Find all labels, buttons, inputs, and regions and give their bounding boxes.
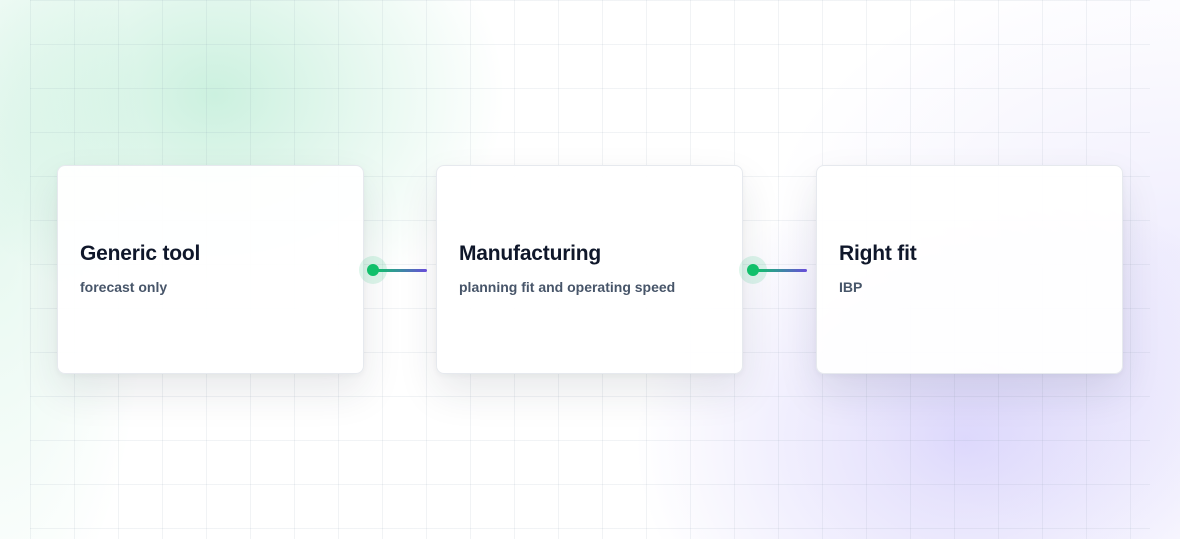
step-card-right-fit: Right fit IBP (816, 165, 1123, 374)
step-card-manufacturing: Manufacturing planning fit and operating… (436, 165, 743, 374)
step-title: Generic tool (80, 242, 201, 265)
step-card-generic-tool: Generic tool forecast only (57, 165, 364, 374)
connector-line (377, 269, 427, 272)
connector-line (757, 269, 807, 272)
flow-connector (359, 255, 429, 285)
step-title: Right fit (839, 242, 917, 265)
step-subtitle: forecast only (80, 279, 168, 295)
step-title: Manufacturing (459, 242, 602, 265)
step-subtitle: planning fit and operating speed (459, 279, 676, 295)
step-subtitle: IBP (839, 279, 863, 295)
flow-connector (739, 255, 809, 285)
